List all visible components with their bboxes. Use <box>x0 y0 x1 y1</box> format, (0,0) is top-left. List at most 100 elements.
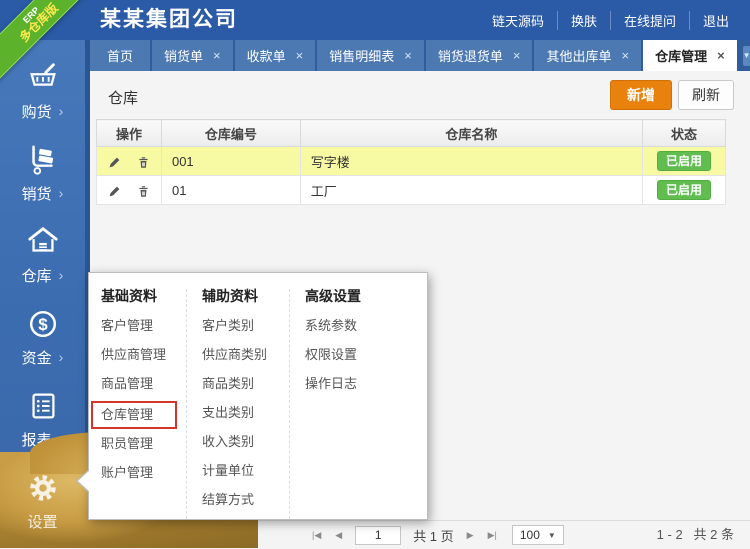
tab-warehouse-management[interactable]: 仓库管理 × <box>643 40 737 71</box>
menu-column-title: 辅助资料 <box>202 289 289 304</box>
total-pages-label: 共 1 页 <box>413 526 453 545</box>
menu-column-title: 高级设置 <box>305 289 427 304</box>
menu-item-warehouse-mgmt-highlighted[interactable]: 仓库管理 <box>91 401 177 429</box>
chevron-right-icon: › <box>59 268 64 282</box>
sidebar: 购货› 销货› 仓库› $ 资金› 报表› <box>0 40 85 548</box>
close-icon[interactable]: × <box>621 48 629 63</box>
column-header-name[interactable]: 仓库名称 <box>300 120 642 147</box>
tab-sales-return[interactable]: 销货退货单 × <box>426 40 533 71</box>
tab-home[interactable]: 首页 <box>90 40 150 71</box>
warehouse-table: 操作 仓库编号 仓库名称 状态 001 写字楼 已启用 <box>96 119 726 205</box>
tab-label: 销货退货单 <box>438 46 503 65</box>
actions-cell <box>97 176 162 205</box>
actions-cell <box>97 147 162 176</box>
menu-item-permission-settings[interactable]: 权限设置 <box>305 348 427 362</box>
dollar-icon: $ <box>26 307 60 341</box>
add-button[interactable]: 新增 <box>610 80 672 110</box>
table-row[interactable]: 001 写字楼 已启用 <box>97 147 726 176</box>
menu-item-product-category[interactable]: 商品类别 <box>202 377 289 391</box>
close-icon[interactable]: × <box>213 48 221 63</box>
menu-column-title: 基础资料 <box>101 289 186 304</box>
menu-item-system-params[interactable]: 系统参数 <box>305 319 427 333</box>
sidebar-item-label: 销货 <box>22 183 52 204</box>
app-title: 某某集团公司 <box>100 0 238 40</box>
menu-item-income-category[interactable]: 收入类别 <box>202 435 289 449</box>
page-title: 仓库 <box>108 87 138 108</box>
link-online-help[interactable]: 在线提问 <box>610 11 689 30</box>
report-icon <box>26 389 60 423</box>
close-icon[interactable]: × <box>404 48 412 63</box>
tab-label: 首页 <box>107 46 133 65</box>
chevron-right-icon: › <box>59 350 64 364</box>
column-header-status[interactable]: 状态 <box>643 120 726 147</box>
chevron-down-icon: ▼ <box>548 531 556 540</box>
menu-item-operation-log[interactable]: 操作日志 <box>305 377 427 391</box>
tab-sales-order[interactable]: 销货单 × <box>152 40 233 71</box>
chevron-right-icon: › <box>59 186 64 200</box>
close-icon[interactable]: × <box>717 48 725 63</box>
tab-label: 销售明细表 <box>329 46 394 65</box>
chevron-right-icon: › <box>59 104 64 118</box>
menu-item-supplier-mgmt[interactable]: 供应商管理 <box>101 348 186 362</box>
menu-item-settlement-method[interactable]: 结算方式 <box>202 493 289 507</box>
tab-label: 仓库管理 <box>655 46 707 65</box>
page-size-select[interactable]: 100 ▼ <box>512 525 564 545</box>
sidebar-item-funds[interactable]: $ 资金 › <box>0 296 85 378</box>
warehouse-code: 01 <box>161 176 300 205</box>
refresh-button[interactable]: 刷新 <box>678 80 734 110</box>
menu-item-product-mgmt[interactable]: 商品管理 <box>101 377 186 391</box>
page-header: 仓库 新增 刷新 <box>90 71 750 119</box>
tab-label: 销货单 <box>164 46 203 65</box>
link-logout[interactable]: 退出 <box>689 11 742 30</box>
sidebar-item-sales[interactable]: 销货 › <box>0 132 85 214</box>
menu-item-expense-category[interactable]: 支出类别 <box>202 406 289 420</box>
first-page-icon[interactable]: |◀ <box>305 530 328 541</box>
link-source[interactable]: 链天源码 <box>479 11 557 30</box>
tab-sales-detail[interactable]: 销售明细表 × <box>317 40 424 71</box>
tab-receipt[interactable]: 收款单 × <box>235 40 316 71</box>
warehouse-name: 工厂 <box>300 176 642 205</box>
column-header-code[interactable]: 仓库编号 <box>161 120 300 147</box>
delete-icon[interactable] <box>137 185 150 198</box>
record-range-label: 1 - 2 共 2 条 <box>657 521 734 549</box>
link-skin[interactable]: 换肤 <box>557 11 610 30</box>
table-row[interactable]: 01 工厂 已启用 <box>97 176 726 205</box>
close-icon[interactable]: × <box>513 48 521 63</box>
page-size-value: 100 <box>520 528 540 542</box>
top-bar: 某某集团公司 链天源码 换肤 在线提问 退出 <box>0 0 750 40</box>
warehouse-name: 写字楼 <box>300 147 642 176</box>
menu-item-customer-category[interactable]: 客户类别 <box>202 319 289 333</box>
tab-dropdown-button[interactable]: ▼ <box>743 46 750 66</box>
menu-item-supplier-category[interactable]: 供应商类别 <box>202 348 289 362</box>
gear-icon <box>26 471 60 505</box>
pager-controls: |◀ ◀ 共 1 页 ▶ ▶| 100 ▼ <box>305 521 564 549</box>
sidebar-item-label: 设置 <box>27 511 57 532</box>
menu-item-staff-mgmt[interactable]: 职员管理 <box>101 437 186 451</box>
column-header-actions[interactable]: 操作 <box>97 120 162 147</box>
tab-label: 收款单 <box>247 46 286 65</box>
sidebar-item-settings[interactable]: 设置 <box>0 460 85 542</box>
delete-icon[interactable] <box>137 156 150 169</box>
chevron-down-icon: ▼ <box>743 51 750 60</box>
menu-item-customer-mgmt[interactable]: 客户管理 <box>101 319 186 333</box>
edit-icon[interactable] <box>108 156 121 169</box>
status-badge: 已启用 <box>657 180 711 200</box>
sidebar-item-warehouse[interactable]: 仓库› <box>0 214 85 296</box>
next-page-icon[interactable]: ▶ <box>460 530 481 541</box>
sidebar-item-label: 资金 <box>22 347 52 368</box>
page-number-input[interactable] <box>355 526 401 545</box>
menu-item-account-mgmt[interactable]: 账户管理 <box>101 466 186 480</box>
table-header-row: 操作 仓库编号 仓库名称 状态 <box>97 120 726 147</box>
warehouse-icon <box>26 225 60 259</box>
trolley-icon <box>26 143 60 177</box>
close-icon[interactable]: × <box>296 48 304 63</box>
tab-other-outbound[interactable]: 其他出库单 × <box>534 40 641 71</box>
menu-item-unit-of-measure[interactable]: 计量单位 <box>202 464 289 478</box>
status-badge: 已启用 <box>657 151 711 171</box>
prev-page-icon[interactable]: ◀ <box>328 530 349 541</box>
edit-icon[interactable] <box>108 185 121 198</box>
last-page-icon[interactable]: ▶| <box>481 530 504 541</box>
sidebar-item-label: 购货 <box>22 101 52 122</box>
menu-column-auxiliary: 辅助资料 客户类别 供应商类别 商品类别 支出类别 收入类别 计量单位 结算方式 <box>186 289 289 519</box>
range-text: 1 - 2 <box>657 527 683 542</box>
